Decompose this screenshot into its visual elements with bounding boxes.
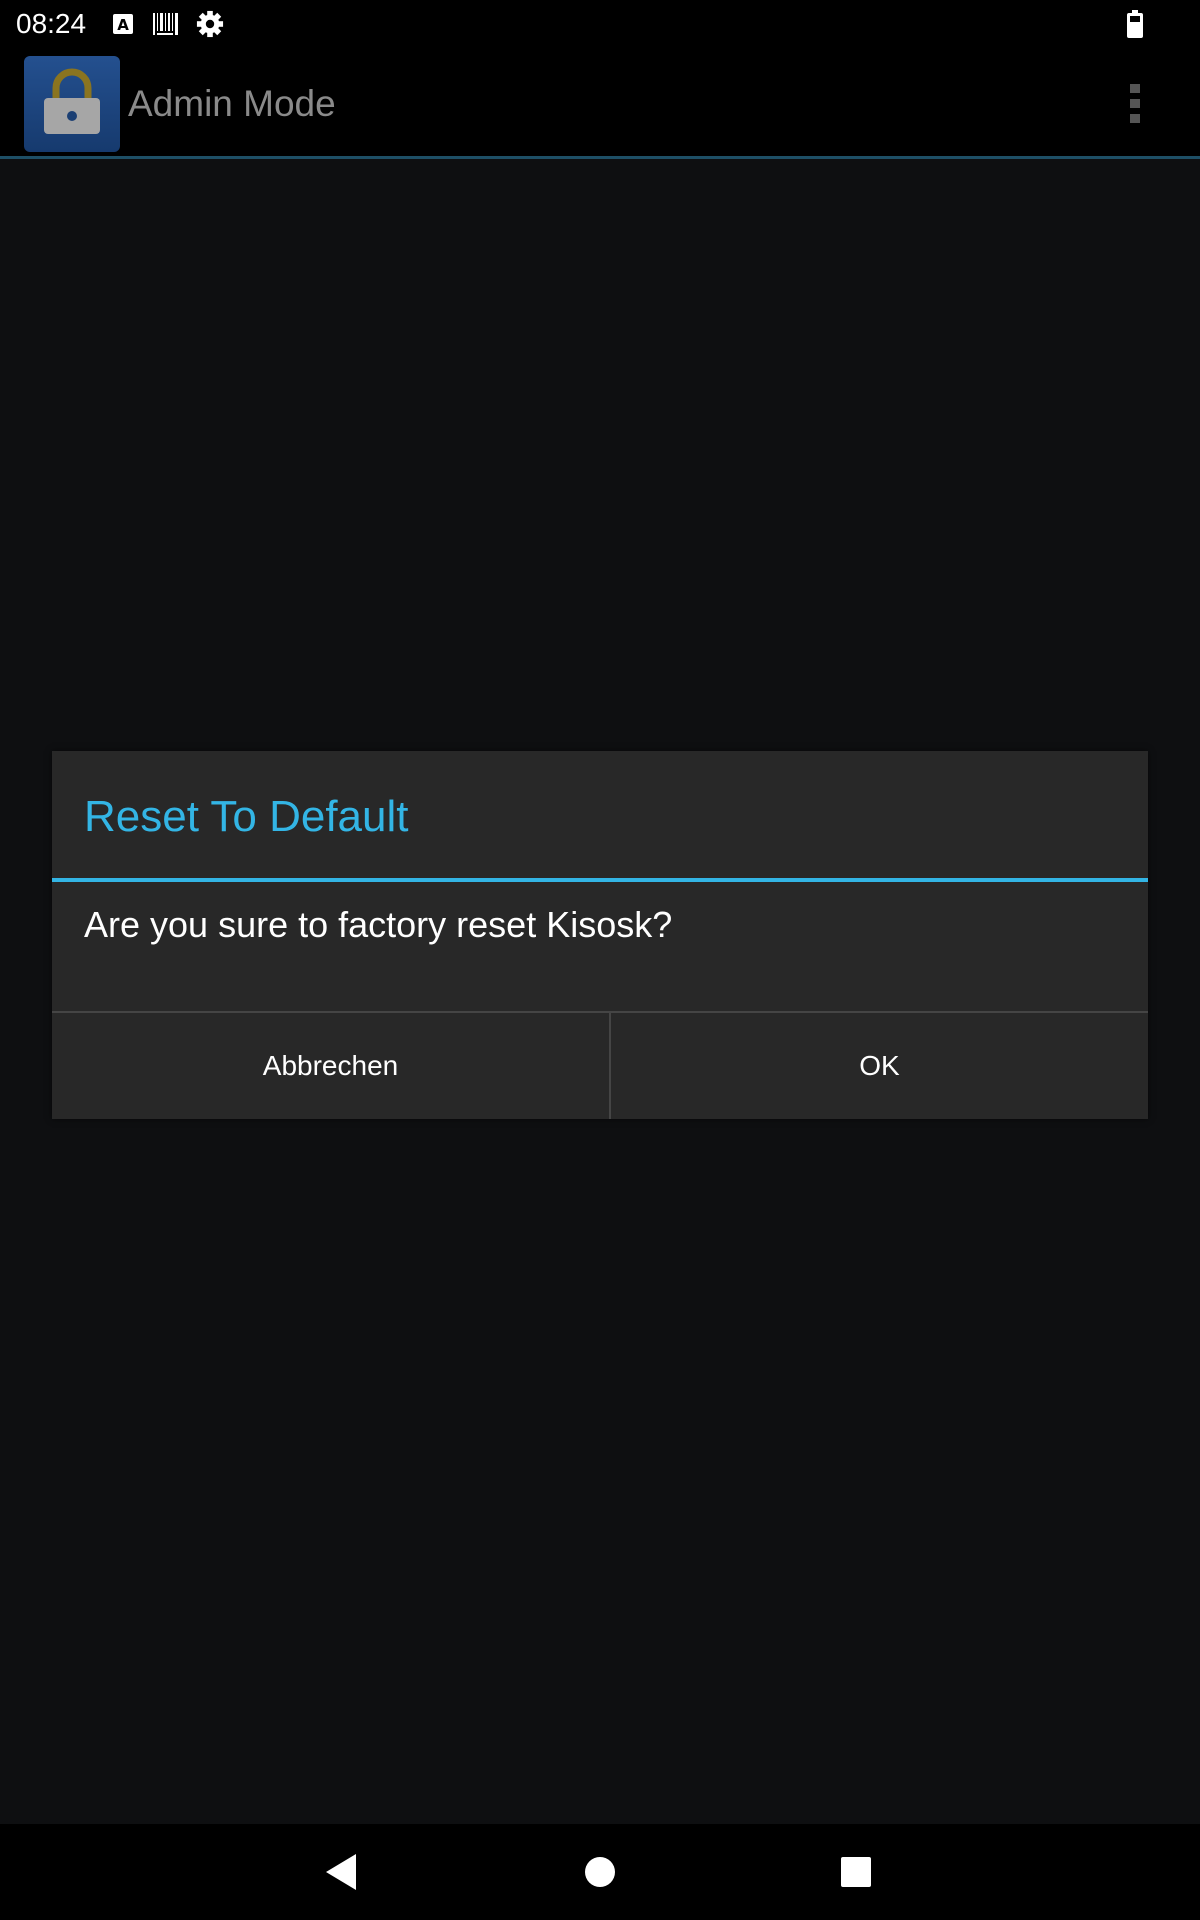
keyboard-a-icon: A — [113, 14, 133, 34]
app-title: Admin Mode — [128, 83, 336, 124]
dialog-title: Reset To Default — [84, 792, 409, 841]
dialog-title-divider — [52, 878, 1148, 882]
status-bar: 08:24 A — [0, 0, 1200, 48]
cancel-button[interactable]: Abbrechen — [52, 1013, 609, 1119]
svg-text:A: A — [117, 16, 129, 34]
barcode-icon — [153, 13, 178, 35]
overflow-menu-icon[interactable] — [1120, 80, 1152, 128]
back-icon[interactable] — [318, 1848, 366, 1896]
padlock-icon — [24, 56, 120, 152]
status-time: 08:24 — [16, 8, 87, 39]
settings-gear-icon — [196, 10, 224, 38]
ok-button[interactable]: OK — [611, 1013, 1148, 1119]
dialog-message: Are you sure to factory reset Kisosk? — [84, 904, 673, 945]
screen: 08:24 A Admin Mode Reset To Default Are … — [0, 0, 1200, 1920]
battery-icon — [1127, 10, 1143, 38]
home-icon[interactable] — [576, 1848, 624, 1896]
recents-icon[interactable] — [832, 1848, 880, 1896]
reset-dialog: Reset To Default Are you sure to factory… — [52, 751, 1148, 1119]
